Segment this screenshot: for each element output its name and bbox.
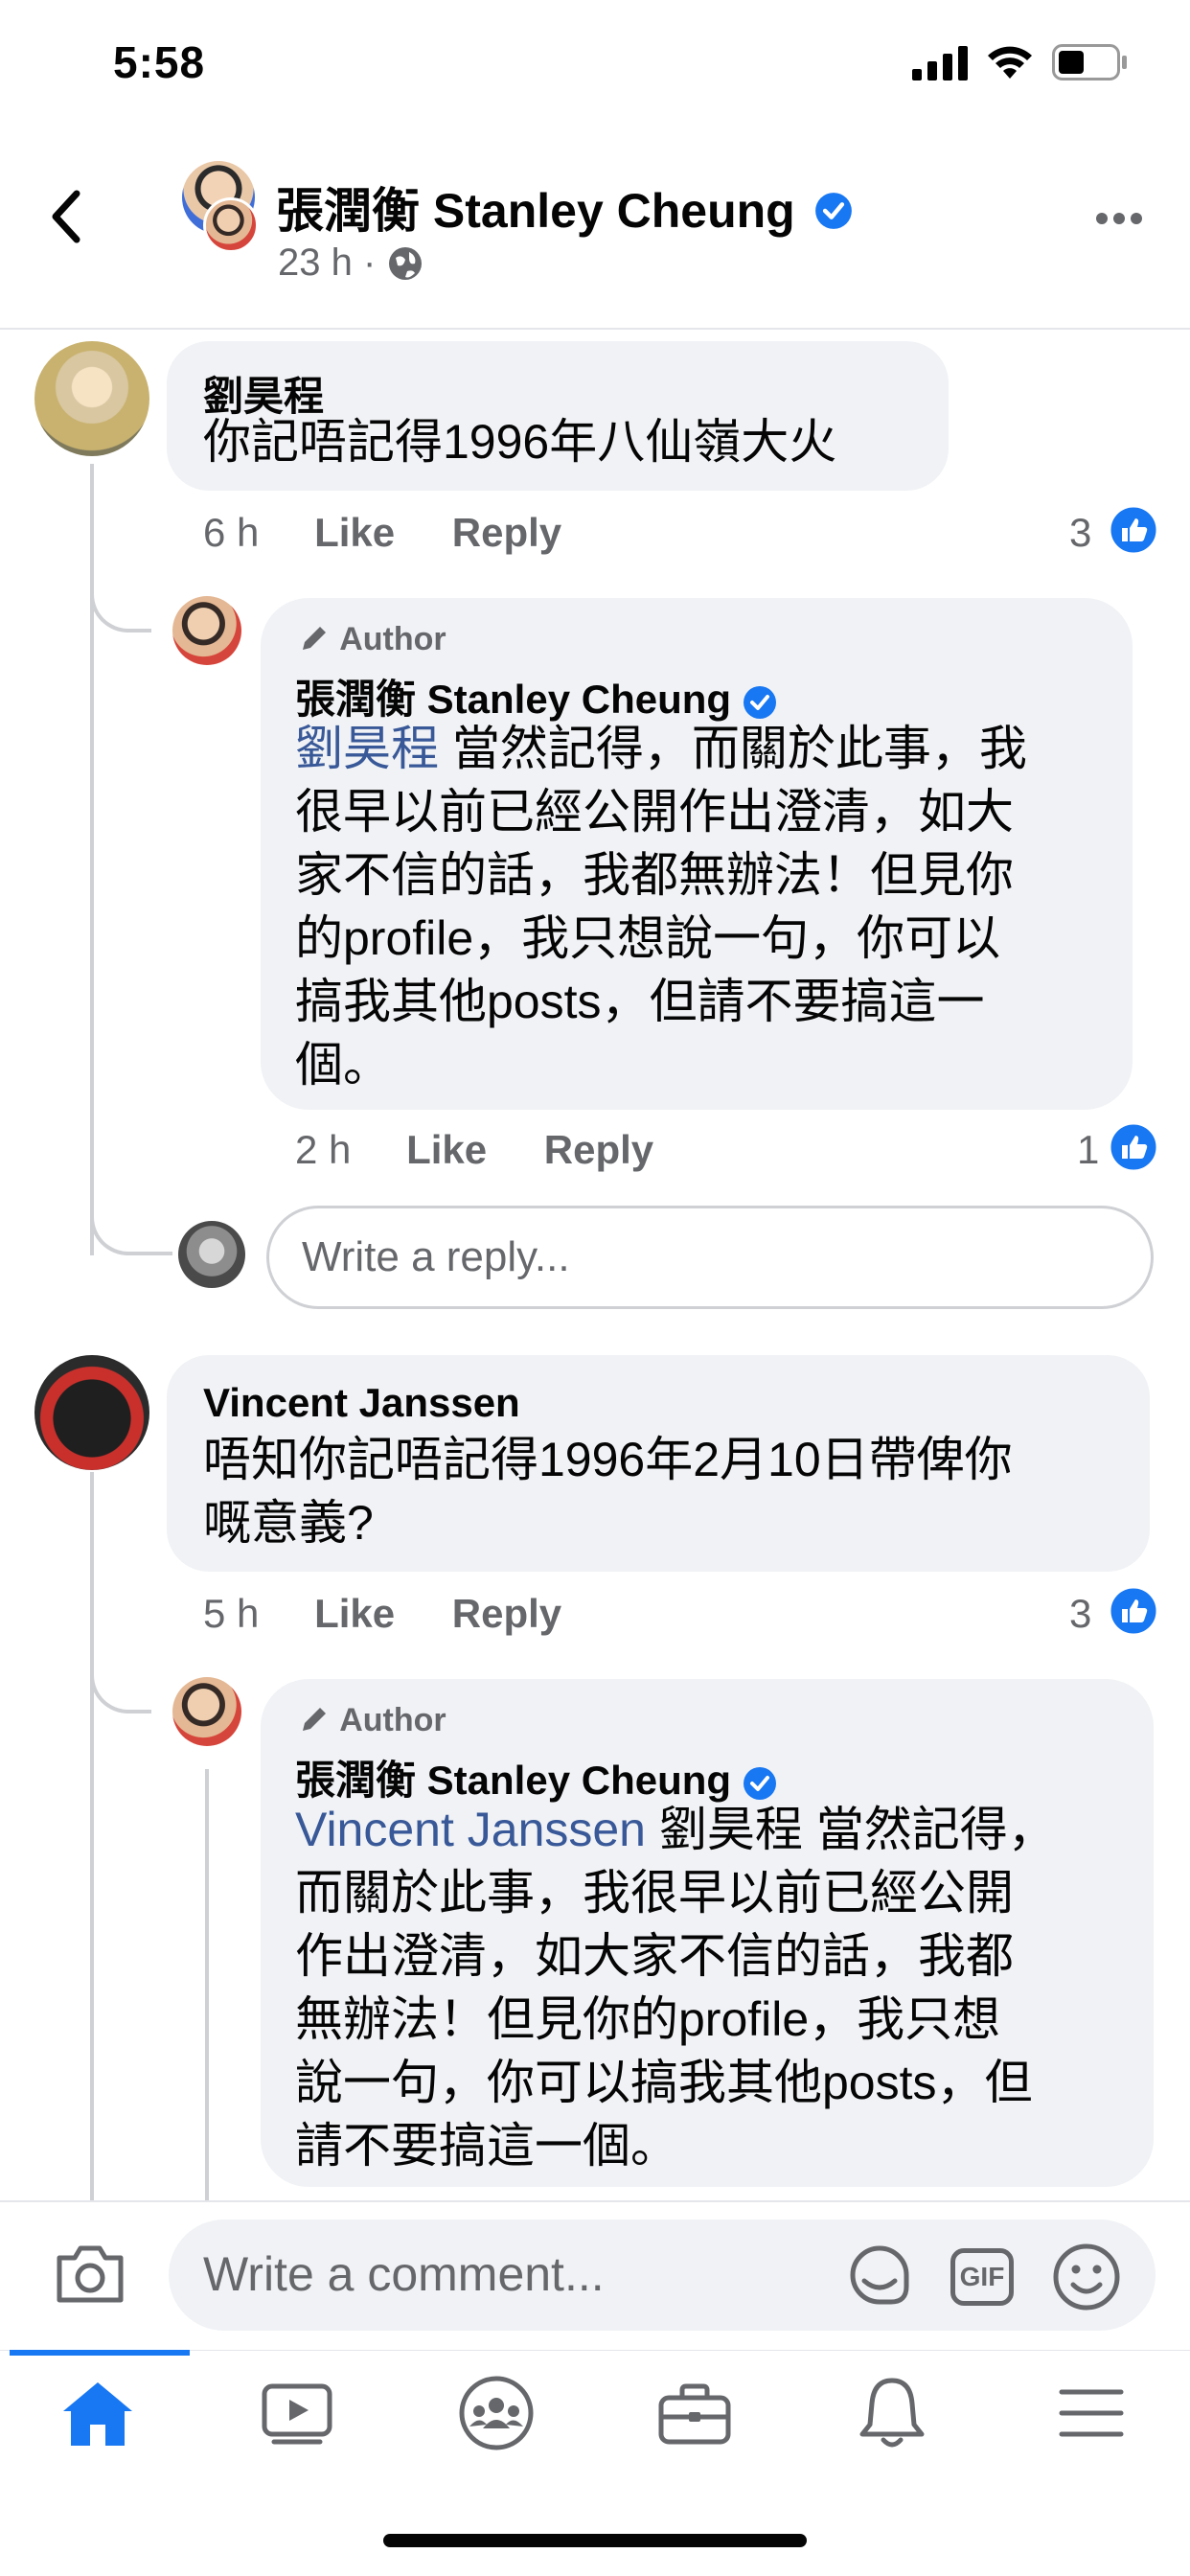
watch-icon[interactable]: [261, 2380, 333, 2446]
reply-input[interactable]: Write a reply...: [266, 1206, 1154, 1309]
groups-icon[interactable]: [458, 2375, 535, 2451]
like-button[interactable]: Like: [314, 510, 395, 555]
post-author-name[interactable]: 張潤衡 Stanley Cheung: [276, 172, 853, 242]
reply-text: 劉昊程 當然記得，而關於此事，我 很早以前已經公開作出澄清，如大 家不信的話，我…: [295, 722, 1027, 1092]
comment-author[interactable]: Vincent Janssen: [203, 1380, 520, 1426]
comment-time: 6 h: [203, 510, 260, 555]
more-options-icon[interactable]: [1094, 211, 1144, 226]
home-icon[interactable]: [59, 2379, 136, 2448]
thread-branch: [90, 1198, 172, 1255]
marketplace-icon[interactable]: [657, 2382, 732, 2446]
battery-icon: [1052, 44, 1127, 80]
thread-line: [90, 1472, 94, 2200]
pencil-icon: [303, 627, 326, 650]
status-time: 5:58: [113, 37, 206, 87]
verified-badge-icon: [743, 685, 776, 719]
comment-input-placeholder: Write a comment...: [203, 2247, 605, 2301]
post-author-avatar-child: [203, 197, 259, 253]
post-meta: 23 h ·: [278, 242, 424, 285]
reaction-count[interactable]: 1: [1077, 1127, 1099, 1173]
menu-icon[interactable]: [1058, 2386, 1125, 2440]
comment-actions: 6 h Like Reply: [203, 510, 561, 556]
active-tab-indicator: [10, 2350, 190, 2356]
header-divider: [0, 328, 1190, 330]
reply-button[interactable]: Reply: [544, 1127, 653, 1172]
reply-button[interactable]: Reply: [452, 510, 561, 555]
like-button[interactable]: Like: [406, 1127, 487, 1172]
post-time: 23 h: [278, 242, 353, 284]
pencil-icon: [303, 1708, 326, 1731]
reply-time: 2 h: [295, 1127, 352, 1172]
mention-link[interactable]: Vincent Janssen: [295, 1803, 646, 1856]
commenter-avatar[interactable]: [34, 341, 149, 456]
globe-icon: [389, 247, 423, 280]
comment-text: 你記唔記得1996年八仙嶺大火: [203, 415, 837, 469]
comment-text: 唔知你記唔記得1996年2月10日帶俾你 嘅意義?: [203, 1433, 1013, 1550]
home-indicator: [383, 2534, 807, 2547]
notifications-icon[interactable]: [858, 2375, 926, 2451]
gif-button[interactable]: GIF: [950, 2248, 1014, 2306]
like-reaction-icon: [1108, 504, 1159, 556]
reaction-count[interactable]: 3: [1069, 1591, 1091, 1637]
mention-link[interactable]: 劉昊程: [295, 722, 439, 775]
author-badge: Author: [297, 621, 446, 658]
verified-badge-icon: [743, 1766, 776, 1800]
comment-time: 5 h: [203, 1591, 260, 1636]
commenter-avatar[interactable]: [34, 1355, 149, 1470]
like-reaction-icon: [1108, 1585, 1159, 1637]
verified-badge-icon: [814, 192, 852, 229]
sticker-icon[interactable]: [843, 2239, 916, 2312]
emoji-icon[interactable]: [1050, 2241, 1123, 2313]
reply-author-avatar[interactable]: [172, 1677, 241, 1746]
wifi-icon: [988, 46, 1032, 79]
reply-actions: 2 h Like Reply: [295, 1127, 653, 1173]
thread-branch: [90, 575, 151, 632]
reaction-count[interactable]: 3: [1069, 510, 1091, 556]
cellular-signal-icon: [912, 46, 968, 80]
thread-line: [205, 1769, 209, 2200]
comment-actions: 5 h Like Reply: [203, 1591, 561, 1637]
like-button[interactable]: Like: [314, 1591, 395, 1636]
reply-text: Vincent Janssen 劉昊程 當然記得， 而關於此事，我很早以前已經公…: [295, 1803, 1056, 2173]
author-badge: Author: [297, 1702, 446, 1739]
camera-icon[interactable]: [54, 2242, 126, 2306]
reply-author-avatar[interactable]: [172, 596, 241, 665]
thread-branch: [90, 1656, 151, 1714]
back-icon[interactable]: [48, 188, 86, 245]
reply-button[interactable]: Reply: [452, 1591, 561, 1636]
separator-dot: ·: [362, 242, 377, 284]
current-user-avatar: [178, 1221, 245, 1288]
like-reaction-icon: [1108, 1121, 1159, 1173]
